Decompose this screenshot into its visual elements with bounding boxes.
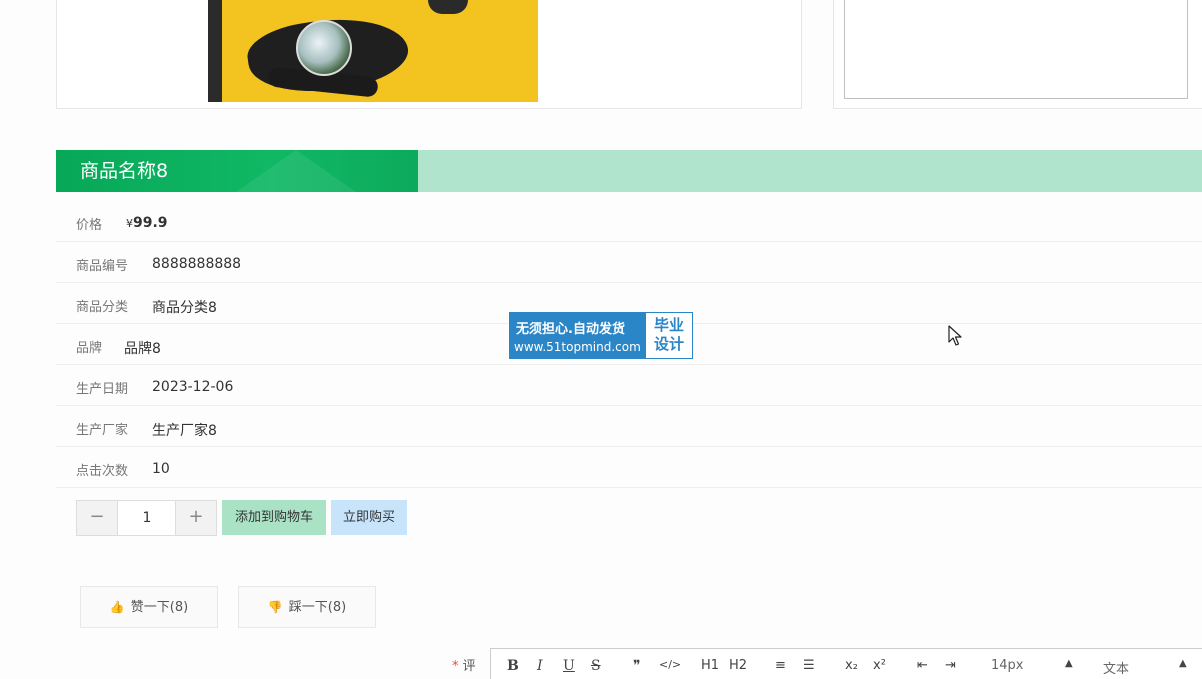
watermark-line2: www.51topmind.com (514, 340, 641, 354)
quantity-decrease-button[interactable]: − (77, 501, 118, 535)
buy-now-button[interactable]: 立即购买 (331, 500, 407, 535)
watermark-right: 毕业 设计 (646, 313, 692, 358)
blockquote-button[interactable]: ❞ (633, 658, 641, 674)
price-value: ¥99.9 (126, 215, 168, 231)
thumbs-up-icon: 👍 (109, 600, 125, 614)
comment-label: * 评 (452, 659, 476, 674)
field-label: 商品编号 (76, 259, 129, 274)
like-button[interactable]: 👍 赞一下(8) (80, 586, 218, 628)
strike-button[interactable]: S (591, 658, 601, 674)
field-label: 点击次数 (76, 464, 129, 479)
watermark-left: 无须担心.自动发货 www.51topmind.com (510, 313, 646, 358)
watermark-right-top: 毕业 (653, 316, 684, 334)
field-label: 品牌 (76, 341, 103, 356)
detail-row-date: 生产日期 2023-12-06 (56, 365, 1202, 406)
field-value: 生产厂家8 (152, 423, 217, 439)
required-mark: * (452, 659, 459, 674)
dislike-button[interactable]: 👎 踩一下(8) (238, 586, 376, 628)
field-value: 8888888888 (152, 256, 242, 272)
quantity-stepper: − 1 + (76, 500, 217, 536)
dislike-label: 踩一下(8) (288, 600, 347, 615)
field-label: 生产日期 (76, 382, 129, 397)
block-type-select[interactable]: 文本 (1103, 658, 1129, 677)
add-to-cart-button[interactable]: 添加到购物车 (222, 500, 326, 535)
like-label: 赞一下(8) (130, 600, 189, 615)
price-amount: 99.9 (133, 215, 168, 231)
detail-row-clicks: 点击次数 10 (56, 447, 1202, 488)
chevron-updown-icon: ▲ (1065, 658, 1073, 669)
watermark-badge: 无须担心.自动发货 www.51topmind.com 毕业 设计 (509, 312, 693, 359)
field-label: 商品分类 (76, 300, 129, 315)
field-value: 商品分类8 (152, 300, 217, 316)
bold-button[interactable]: B (507, 658, 519, 674)
price-label: 价格 (76, 218, 103, 233)
product-cover-image (208, 0, 538, 102)
comment-editor-toolbar: B I U S ❞ </> H1 H2 ≡ ☰ x₂ x² ⇤ ⇥ 14px ▲… (490, 648, 1202, 679)
detail-row-code: 商品编号 8888888888 (56, 242, 1202, 283)
product-title: 商品名称8 (80, 160, 169, 182)
field-value: 2023-12-06 (152, 379, 234, 395)
italic-button[interactable]: I (537, 658, 543, 674)
code-block-button[interactable]: </> (659, 658, 681, 671)
detail-row-manufacturer: 生产厂家 生产厂家8 (56, 406, 1202, 447)
thumbs-down-icon: 👎 (267, 600, 283, 614)
field-value: 10 (152, 461, 170, 477)
price-currency: ¥ (126, 217, 133, 230)
underline-button[interactable]: U (563, 658, 575, 674)
quantity-input[interactable]: 1 (118, 501, 176, 535)
price-row: 价格 ¥99.9 (56, 201, 1202, 242)
chevron-updown-icon: ▲ (1179, 658, 1187, 669)
watermark-line1: 无须担心.自动发货 (516, 322, 625, 337)
field-label: 生产厂家 (76, 423, 129, 438)
watermark-right-bottom: 设计 (653, 335, 684, 353)
quantity-increase-button[interactable]: + (175, 501, 216, 535)
mouse-cursor-icon (948, 325, 962, 346)
side-panel-inner (844, 0, 1188, 99)
field-value: 品牌8 (124, 341, 161, 357)
